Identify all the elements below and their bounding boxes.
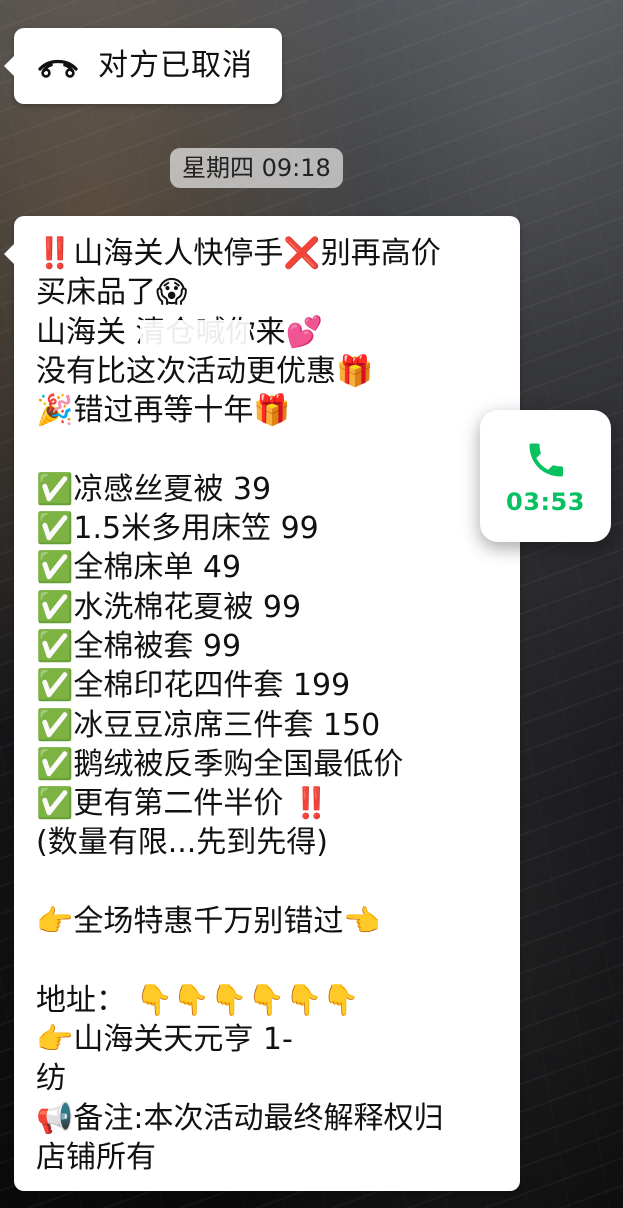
canceled-call-label: 对方已取消 xyxy=(98,48,253,83)
redaction-overlay xyxy=(140,320,250,354)
call-duration: 03:53 xyxy=(506,488,585,516)
redaction-overlay xyxy=(300,1026,490,1062)
floating-call-widget[interactable]: 03:53 xyxy=(480,410,611,542)
hangup-phone-icon xyxy=(36,53,80,79)
timestamp: 星期四 09:18 xyxy=(170,148,343,188)
canceled-call-bubble[interactable]: 对方已取消 xyxy=(4,28,282,104)
phone-icon xyxy=(524,438,568,482)
